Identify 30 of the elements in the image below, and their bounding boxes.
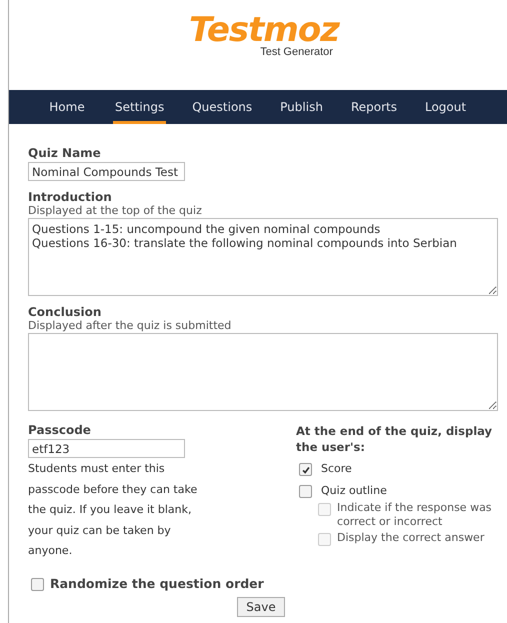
- option-label: Score: [321, 461, 352, 477]
- field-label: Passcode: [28, 423, 92, 437]
- nav-tab[interactable]: Publish: [278, 94, 325, 124]
- checkbox[interactable]: [31, 578, 44, 590]
- checkbox[interactable]: [299, 485, 312, 498]
- field-label: Introduction: [28, 190, 113, 204]
- nav-tab[interactable]: Reports: [348, 94, 399, 124]
- text-area[interactable]: Questions 1-15: uncompound the given nominal compounds Questions 16-30: translate the following nominal compounds into Serbian: [28, 218, 498, 296]
- field-hint: Displayed at the top of the quiz: [28, 204, 203, 217]
- input-field[interactable]: Nominal Compounds Test: [28, 162, 185, 181]
- option-label: Display the correct answer: [337, 531, 484, 545]
- logo-subtitle: Test Generator: [260, 46, 333, 58]
- logo-title: Testmoz: [189, 12, 339, 48]
- option-label: Indicate if the response was correct or incorrect: [337, 501, 493, 529]
- field-label: Quiz Name: [28, 146, 102, 160]
- input-field[interactable]: etf123: [28, 439, 185, 458]
- option-label: Quiz outline: [321, 483, 387, 499]
- help-text: Students must enter this passcode before they can take the quiz. If you leave it blank, your quiz can be taken by anyone.: [28, 461, 198, 559]
- nav-tab[interactable]: Settings: [113, 94, 166, 124]
- field-label: Conclusion: [28, 305, 102, 319]
- nav-tab[interactable]: Logout: [422, 94, 468, 124]
- field-hint: Displayed after the quiz is submitted: [28, 319, 232, 332]
- save-button[interactable]: Save: [237, 596, 285, 616]
- nav-tab[interactable]: Questions: [190, 94, 254, 124]
- text-area[interactable]: [28, 333, 498, 411]
- section-heading: At the end of the quiz, display the user's:: [296, 423, 494, 455]
- option-label: Randomize the question order: [50, 576, 264, 590]
- check-icon: [300, 464, 311, 474]
- nav-tab[interactable]: Home: [45, 94, 89, 124]
- checkbox[interactable]: [299, 463, 312, 476]
